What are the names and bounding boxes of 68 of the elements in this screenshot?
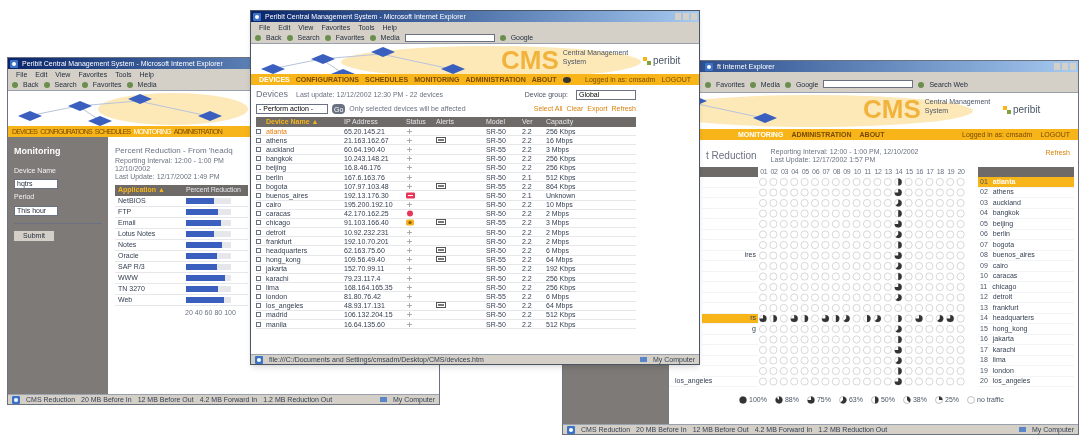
toolbar-icon <box>12 81 18 88</box>
computer-icon <box>380 396 387 403</box>
window-controls-icon <box>675 13 697 20</box>
row-checkbox[interactable] <box>256 165 261 171</box>
row-checkbox[interactable] <box>256 238 261 244</box>
toolbar-icon <box>286 34 293 41</box>
toolbar-icon <box>369 34 376 41</box>
sidebar-heading: Monitoring <box>14 145 62 158</box>
pie-legend-icon <box>838 396 847 405</box>
computer-icon <box>640 356 647 363</box>
page-heading: Devices <box>256 88 288 102</box>
row-checkbox[interactable] <box>256 257 261 263</box>
row-checkbox[interactable] <box>256 303 261 309</box>
row-checkbox[interactable] <box>256 229 261 235</box>
alert-icon <box>436 219 446 226</box>
browser-icon <box>10 59 18 68</box>
row-checkbox[interactable] <box>256 248 261 254</box>
row-checkbox[interactable] <box>256 174 261 180</box>
row-checkbox[interactable] <box>256 183 261 189</box>
chat-icon <box>562 76 571 83</box>
product-logo: CMS <box>501 47 559 73</box>
company-logo: peribit <box>1003 105 1041 115</box>
pie-legend-icon <box>870 396 879 405</box>
alert-icon <box>436 302 446 309</box>
toolbar-icon <box>324 34 331 41</box>
report-heading: Percent Reduction - From 'headq <box>115 145 233 157</box>
pie-legend-icon <box>935 396 943 405</box>
toolbar-icon <box>43 81 50 88</box>
toolbar-icon <box>784 82 791 88</box>
toolbar-icon <box>749 82 756 88</box>
row-checkbox[interactable] <box>256 146 261 152</box>
row-checkbox[interactable] <box>256 321 261 327</box>
search-field[interactable] <box>404 33 495 42</box>
toolbar-icon <box>918 82 925 88</box>
alert-icon <box>436 247 446 254</box>
row-checkbox[interactable] <box>256 156 261 162</box>
row-checkbox[interactable] <box>256 128 261 134</box>
browser-icon <box>253 12 261 21</box>
row-checkbox[interactable] <box>256 284 261 290</box>
toolbar-icon <box>126 81 133 88</box>
report-heading: t Reduction <box>706 149 757 163</box>
alert-icon <box>436 182 446 189</box>
row-checkbox[interactable] <box>256 202 261 208</box>
row-checkbox[interactable] <box>256 137 261 143</box>
browser-icon <box>705 62 713 71</box>
toolbar-icon <box>705 82 711 88</box>
pie-legend-icon <box>902 396 911 405</box>
company-logo: peribit <box>643 56 681 66</box>
alert-icon <box>436 256 446 263</box>
row-checkbox[interactable] <box>256 192 261 198</box>
product-logo: CMS <box>863 96 921 122</box>
row-checkbox[interactable] <box>256 312 261 318</box>
row-checkbox[interactable] <box>256 293 261 299</box>
search-field[interactable] <box>823 80 914 88</box>
alert-icon <box>436 136 446 143</box>
row-checkbox[interactable] <box>256 266 261 272</box>
pie-legend-icon <box>967 396 975 405</box>
computer-icon <box>1019 426 1026 433</box>
row-checkbox[interactable] <box>256 220 261 226</box>
window-controls-icon <box>1054 63 1076 70</box>
pie-legend-icon <box>774 396 783 405</box>
pie-legend-icon <box>739 396 747 405</box>
row-checkbox[interactable] <box>256 275 261 281</box>
row-checkbox[interactable] <box>256 211 261 217</box>
toolbar-icon <box>499 34 506 41</box>
toolbar-icon <box>255 34 261 41</box>
pie-legend-icon <box>806 396 815 405</box>
toolbar-icon <box>81 81 88 88</box>
